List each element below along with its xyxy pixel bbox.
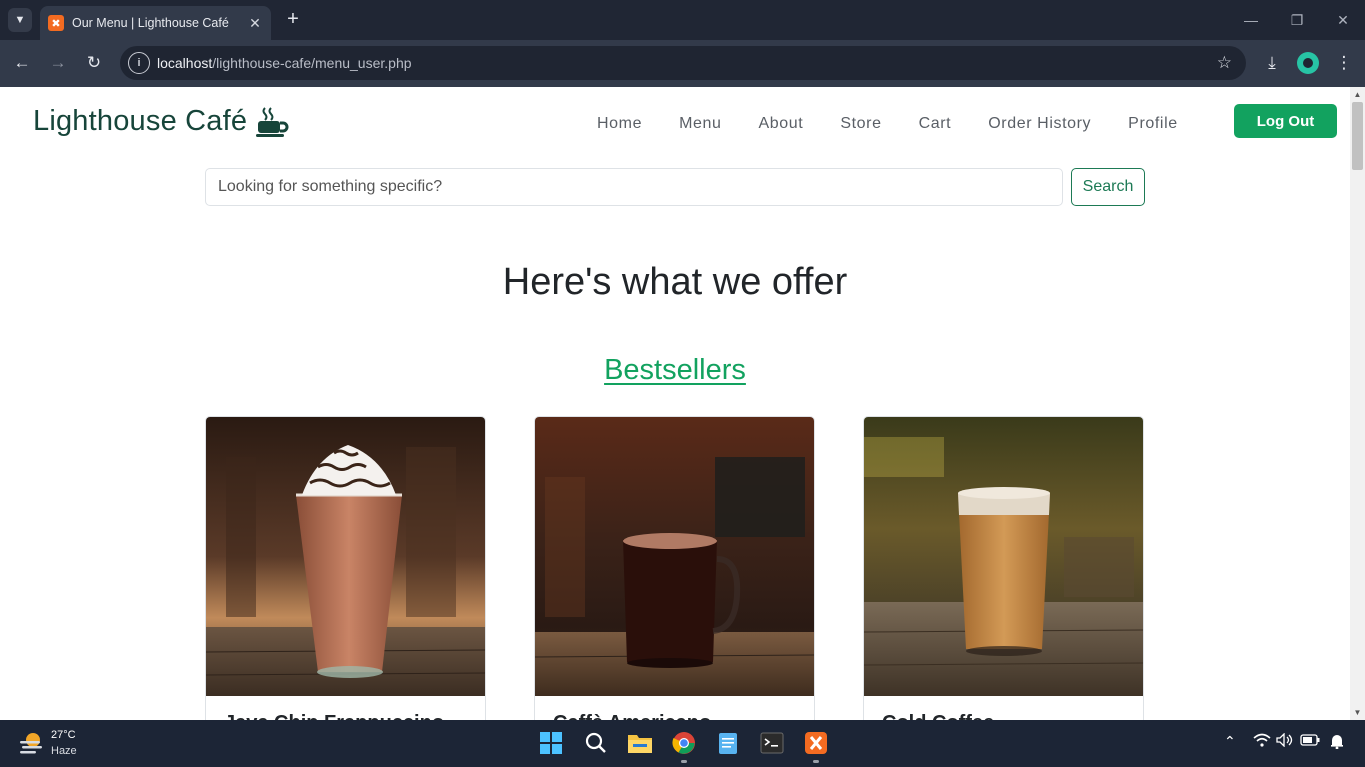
weather-description: Haze xyxy=(51,745,77,757)
site-logo[interactable]: Lighthouse Café xyxy=(33,105,289,138)
notepad-icon[interactable] xyxy=(715,730,741,756)
tab-title: Our Menu | Lighthouse Café xyxy=(72,16,229,30)
main-nav: Home Menu About Store Cart Order History… xyxy=(597,115,1215,133)
page-title: Here's what we offer xyxy=(502,261,848,303)
terminal-icon[interactable] xyxy=(759,730,785,756)
wifi-icon[interactable] xyxy=(1253,733,1271,750)
brand-name: Lighthouse Café xyxy=(33,105,248,137)
new-tab-button[interactable]: + xyxy=(282,9,304,31)
page-viewport: Lighthouse Café Home Menu About Store Ca… xyxy=(0,87,1350,720)
product-card[interactable]: Java Chip Frappuccino xyxy=(205,416,486,720)
nav-order-history[interactable]: Order History xyxy=(988,115,1091,133)
weather-temperature: 27°C xyxy=(51,729,76,741)
product-name: Java Chip Frappuccino xyxy=(224,712,444,720)
search-button[interactable]: Search xyxy=(1071,168,1145,206)
scroll-down-arrow[interactable]: ▼ xyxy=(1353,708,1362,717)
download-icon[interactable]: ⤓ xyxy=(1260,51,1284,75)
profile-avatar[interactable] xyxy=(1297,52,1319,74)
file-explorer-icon[interactable] xyxy=(627,730,653,756)
search-placeholder: Looking for something specific? xyxy=(218,178,443,195)
tab-search-button[interactable]: ▼ xyxy=(8,8,32,32)
frappuccino-drink-image xyxy=(206,417,485,696)
scroll-up-arrow[interactable]: ▲ xyxy=(1353,90,1362,99)
show-hidden-icons[interactable]: ⌃ xyxy=(1224,733,1236,750)
browser-toolbar: ← → ↻ i localhost/lighthouse-cafe/menu_u… xyxy=(0,40,1365,87)
nav-about[interactable]: About xyxy=(759,115,804,133)
bookmark-star-icon[interactable]: ☆ xyxy=(1217,53,1232,73)
browser-tab[interactable]: ✖ Our Menu | Lighthouse Café ✕ xyxy=(40,6,271,40)
close-window-button[interactable]: ✕ xyxy=(1331,8,1355,32)
product-name: Cold Coffee xyxy=(882,712,994,720)
scroll-thumb[interactable] xyxy=(1352,102,1363,170)
cold-coffee-glass-image xyxy=(864,417,1143,696)
nav-store[interactable]: Store xyxy=(840,115,881,133)
haze-weather-icon[interactable] xyxy=(18,731,44,755)
more-menu-icon[interactable]: ⋮ xyxy=(1332,51,1356,75)
xampp-icon: ✖ xyxy=(48,15,64,31)
search-input[interactable]: Looking for something specific? xyxy=(205,168,1063,206)
product-card[interactable]: Cold Coffee xyxy=(863,416,1144,720)
start-icon[interactable] xyxy=(538,730,564,756)
nav-home[interactable]: Home xyxy=(597,115,642,133)
back-button[interactable]: ← xyxy=(10,51,34,75)
americano-mug-image xyxy=(535,417,814,696)
close-tab-icon[interactable]: ✕ xyxy=(245,13,265,33)
product-name: Caffè Americano xyxy=(553,712,711,720)
site-info-icon[interactable]: i xyxy=(128,52,150,74)
minimize-button[interactable]: — xyxy=(1239,8,1263,32)
page-scrollbar[interactable]: ▲ ▼ xyxy=(1350,87,1365,720)
windows-taskbar: 27°C Haze ⌃ xyxy=(0,720,1365,767)
url-text: localhost/lighthouse-cafe/menu_user.php xyxy=(157,55,412,71)
reload-button[interactable]: ↻ xyxy=(82,51,106,75)
forward-button[interactable]: → xyxy=(46,51,70,75)
product-card[interactable]: Caffè Americano xyxy=(534,416,815,720)
coffee-cup-icon xyxy=(256,106,289,137)
battery-icon[interactable] xyxy=(1300,733,1320,749)
bestsellers-link[interactable]: Bestsellers xyxy=(0,354,1350,387)
browser-tabbar: ▼ ✖ Our Menu | Lighthouse Café ✕ + — ❐ ✕ xyxy=(0,0,1365,40)
xampp-running-indicator xyxy=(813,760,819,763)
address-bar[interactable]: i localhost/lighthouse-cafe/menu_user.ph… xyxy=(120,46,1246,80)
logout-button[interactable]: Log Out xyxy=(1234,104,1337,138)
notification-bell-icon[interactable] xyxy=(1330,733,1344,752)
search-icon[interactable] xyxy=(583,730,609,756)
nav-menu[interactable]: Menu xyxy=(679,115,721,133)
restore-button[interactable]: ❐ xyxy=(1285,8,1309,32)
chrome-icon[interactable] xyxy=(671,730,697,756)
chrome-running-indicator xyxy=(681,760,687,763)
volume-icon[interactable] xyxy=(1276,732,1294,750)
nav-cart[interactable]: Cart xyxy=(919,115,952,133)
xampp-icon[interactable] xyxy=(803,730,829,756)
nav-profile[interactable]: Profile xyxy=(1128,115,1178,133)
